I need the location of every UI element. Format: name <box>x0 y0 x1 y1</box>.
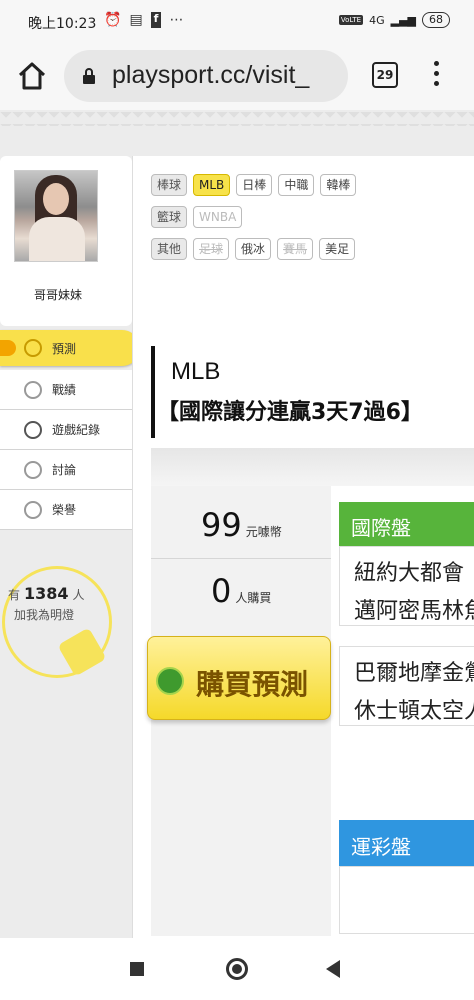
battery-icon: 68 <box>422 12 450 28</box>
target-icon <box>24 339 42 357</box>
sidebar-item-honor[interactable]: 榮譽 <box>0 490 132 530</box>
category-label-other: 其他 <box>151 238 188 260</box>
tag-kbo[interactable]: 韓棒 <box>320 174 357 196</box>
overflow-menu-icon[interactable] <box>432 61 440 91</box>
status-time: 晚上10:23 <box>28 16 97 32</box>
status-bar: 晚上10:23 ⏰ ▤ f ⋯ VoLTE 4G ▂▄▆ 68 <box>0 0 474 44</box>
tag-soccer[interactable]: 足球 <box>193 238 230 260</box>
intl-market-header[interactable]: 國際盤 <box>339 502 474 546</box>
buy-prediction-button[interactable]: 購買預測 <box>147 636 331 720</box>
coin-icon <box>156 667 184 695</box>
main-panel: 棒球 MLB 日棒 中職 韓棒 籃球 WNBA 其他 足球 俄冰 賽馬 美足 M… <box>132 156 474 938</box>
category-label-basketball: 籃球 <box>151 206 188 228</box>
category-label-baseball: 棒球 <box>151 174 188 196</box>
signal-icon: ▂▄▆ <box>390 13 416 27</box>
status-right: VoLTE 4G ▂▄▆ 68 <box>338 12 450 28</box>
username[interactable]: 哥哥妹妹 <box>34 286 82 303</box>
sidebar-item-label: 榮譽 <box>52 503 77 517</box>
price-unit: 元噱幣 <box>245 525 282 539</box>
category-row-basketball: 籃球 WNBA <box>151 206 243 228</box>
lottery-market-body <box>339 866 474 934</box>
buyer-count: 0 人購買 <box>211 572 271 610</box>
buyer-count-value: 0 <box>211 572 232 610</box>
avatar[interactable] <box>14 170 98 262</box>
team-name: 邁阿密馬林魚 <box>354 599 474 624</box>
game-card[interactable]: 紐約大都會 邁阿密馬林魚 <box>339 546 474 626</box>
category-row-other: 其他 足球 俄冰 賽馬 美足 <box>151 238 356 260</box>
tag-american-football[interactable]: 美足 <box>319 238 356 260</box>
system-nav-bar <box>0 938 474 1000</box>
category-row-baseball: 棒球 MLB 日棒 中職 韓棒 <box>151 174 357 196</box>
game-card[interactable]: 巴爾地摩金鶯 休士頓太空人 <box>339 646 474 726</box>
team-name: 紐約大都會 <box>354 561 465 586</box>
tag-russian-hockey[interactable]: 俄冰 <box>235 238 272 260</box>
buyer-count-unit: 人購買 <box>235 591 272 605</box>
status-icons: ⏰ ▤ f ⋯ <box>104 12 183 28</box>
chat-icon <box>24 460 42 479</box>
tag-horse-racing[interactable]: 賽馬 <box>277 238 314 260</box>
message-icon: ▤ <box>129 12 143 28</box>
buy-prediction-label: 購買預測 <box>196 668 309 701</box>
tag-cpbl[interactable]: 中職 <box>278 174 315 196</box>
more-icon: ⋯ <box>169 12 184 28</box>
sidebar-item-label: 遊戲紀錄 <box>52 423 101 437</box>
home-icon[interactable] <box>16 60 48 92</box>
volte-icon: VoLTE <box>338 15 364 25</box>
lock-icon <box>83 68 95 84</box>
sidebar-item-predict[interactable]: 預測 <box>0 330 140 366</box>
fans-number: 1384 <box>24 584 69 603</box>
profile-card: 哥哥妹妹 <box>0 156 132 326</box>
league-name: MLB <box>171 358 221 385</box>
sidebar-item-game-history[interactable]: 遊戲紀錄 <box>0 410 132 450</box>
section-divider <box>151 448 474 486</box>
sidebar-nav: 預測 戰績 遊戲紀錄 討論 榮譽 <box>0 330 140 530</box>
lottery-market-header[interactable]: 運彩盤 <box>339 820 474 866</box>
prediction-title: 【國際讓分連贏3天7過6】 <box>157 400 423 425</box>
browser-toolbar: playsport.cc/visit_ 29 <box>0 44 474 110</box>
page-edge-decoration <box>0 112 474 126</box>
sidebar-item-label: 戰績 <box>52 383 77 397</box>
back-icon[interactable] <box>326 960 340 978</box>
sidebar-item-label: 討論 <box>52 463 77 477</box>
sidebar-item-record[interactable]: 戰績 <box>0 370 132 410</box>
prediction-title-box: MLB 【國際讓分連贏3天7過6】 <box>151 346 474 438</box>
price-value: 99 <box>201 506 242 544</box>
tab-switcher-button[interactable]: 29 <box>372 62 398 88</box>
team-name: 休士頓太空人 <box>354 699 474 724</box>
home-button-icon[interactable] <box>226 958 248 980</box>
price: 99 元噱幣 <box>201 506 282 544</box>
active-tab-marker <box>0 340 16 356</box>
sidebar-item-label: 預測 <box>52 341 77 356</box>
address-bar[interactable]: playsport.cc/visit_ <box>64 50 348 102</box>
tag-wnba[interactable]: WNBA <box>193 206 243 228</box>
recent-apps-icon[interactable] <box>130 962 144 976</box>
price-separator <box>151 558 331 559</box>
facebook-icon: f <box>150 12 162 28</box>
team-name: 巴爾地摩金鶯 <box>354 661 474 686</box>
tag-mlb[interactable]: MLB <box>193 174 231 196</box>
circle-icon <box>24 420 42 439</box>
trophy-icon <box>24 380 42 399</box>
price-panel: 99 元噱幣 0 人購買 購買預測 <box>147 486 331 936</box>
fans-count: 有 1384 人 <box>8 584 85 603</box>
url-text: playsport.cc/visit_ <box>112 61 310 89</box>
network-type: 4G <box>369 13 385 27</box>
sidebar-item-discussion[interactable]: 討論 <box>0 450 132 490</box>
medal-icon <box>24 500 42 519</box>
alarm-icon: ⏰ <box>104 12 122 28</box>
follow-link[interactable]: 加我為明燈 <box>14 606 74 623</box>
tag-npb[interactable]: 日棒 <box>236 174 273 196</box>
